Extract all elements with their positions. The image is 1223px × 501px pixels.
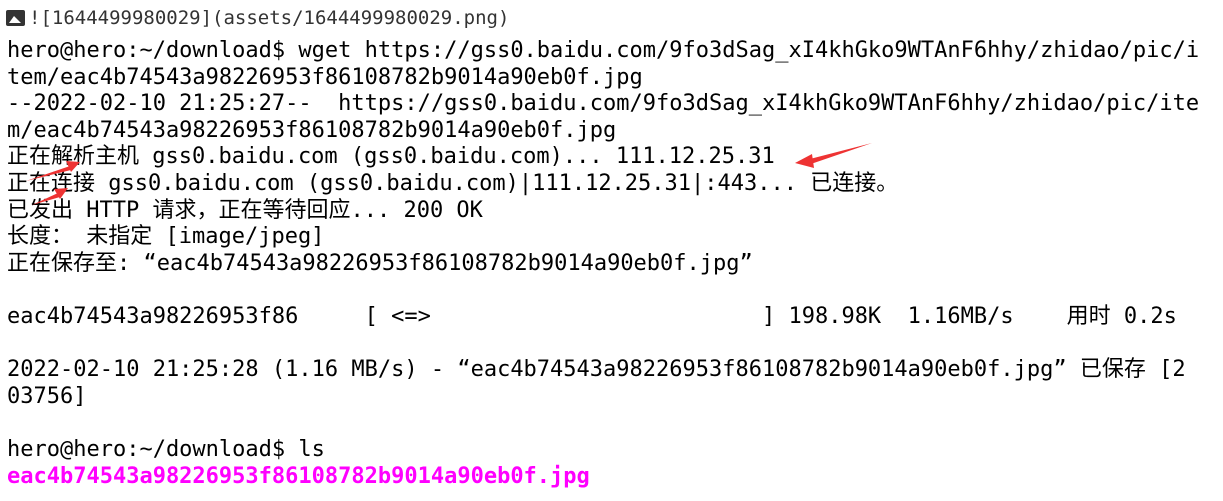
markdown-image-reference: ![1644499980029](assets/1644499980029.pn… <box>6 5 509 31</box>
terminal-line: tem/eac4b74543a98226953f86108782b9014a90… <box>7 64 643 90</box>
terminal-line: m/eac4b74543a98226953f86108782b9014a90eb… <box>7 117 617 143</box>
terminal-line: 长度： 未指定 [image/jpeg] <box>7 224 325 250</box>
terminal-line: eac4b74543a98226953f86 [ <=> ] 198.98K 1… <box>7 303 1177 329</box>
terminal-output[interactable]: hero@hero:~/download$ wget https://gss0.… <box>7 38 1199 490</box>
terminal-line: 已发出 HTTP 请求，正在等待回应... 200 OK <box>7 197 483 223</box>
terminal-line: --2022-02-10 21:25:27-- https://gss0.bai… <box>7 91 1200 117</box>
terminal-line: 正在连接 gss0.baidu.com (gss0.baidu.com)|111… <box>7 170 899 196</box>
terminal-line: 正在保存至: “eac4b74543a98226953f86108782b901… <box>7 250 753 276</box>
markdown-image-text: ![1644499980029](assets/1644499980029.pn… <box>29 7 510 29</box>
ls-output-file: eac4b74543a98226953f86108782b9014a90eb0f… <box>7 463 590 489</box>
image-icon <box>6 10 25 26</box>
terminal-line: 正在解析主机 gss0.baidu.com (gss0.baidu.com)..… <box>7 144 775 170</box>
terminal-line: hero@hero:~/download$ wget https://gss0.… <box>7 38 1200 63</box>
terminal-line: 03756] <box>7 383 87 409</box>
terminal-line: hero@hero:~/download$ ls <box>7 436 325 462</box>
terminal-line: 2022-02-10 21:25:28 (1.16 MB/s) - “eac4b… <box>7 357 1186 383</box>
